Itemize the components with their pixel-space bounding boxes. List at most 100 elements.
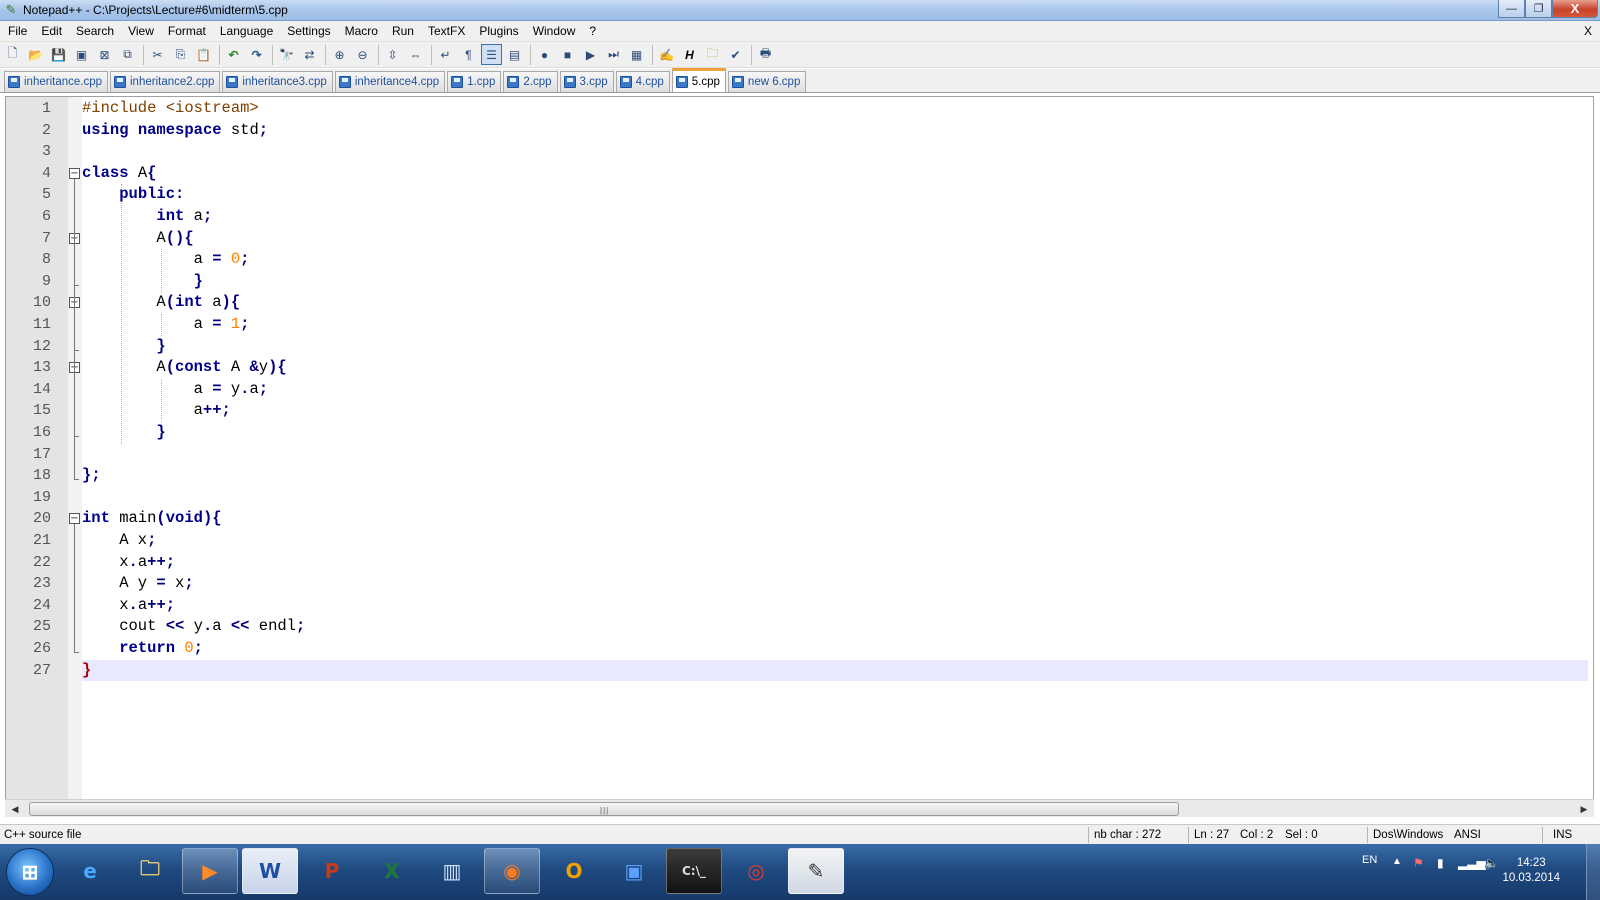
code-line[interactable]: x.a++;	[82, 595, 1593, 617]
menu-view[interactable]: View	[121, 21, 161, 42]
replace-icon[interactable]: ⇄	[299, 44, 320, 65]
open-file-icon[interactable]: 📂	[25, 44, 46, 65]
network-signal-icon[interactable]: ▂▃▅	[1458, 856, 1486, 870]
code-editor[interactable]: 1 2 3 4 5 6 7 8 9 10 11 12 13 14 15 16 17 18 19 20 21 22 23 24 2…	[5, 96, 1594, 816]
paste-icon[interactable]: 📋	[193, 44, 214, 65]
tab-inheritance4-cpp[interactable]: inheritance4.cpp	[334, 71, 446, 92]
tab-inheritance-cpp[interactable]: inheritance.cpp	[4, 71, 108, 92]
tab-inheritance3-cpp[interactable]: inheritance3.cpp	[222, 71, 333, 92]
code-line[interactable]: #include <iostream>	[82, 98, 1593, 120]
undo-icon[interactable]: ↶	[223, 44, 244, 65]
cut-icon[interactable]: ✂	[147, 44, 168, 65]
code-line[interactable]	[82, 141, 1593, 163]
menu-search[interactable]: Search	[69, 21, 121, 42]
zoom-in-icon[interactable]: ⊕	[329, 44, 350, 65]
folder-icon[interactable]: 🗀	[702, 44, 723, 65]
tab-5-cpp[interactable]: 5.cpp	[671, 68, 726, 92]
code-line[interactable]: a = 1;	[82, 314, 1593, 336]
command-prompt-icon[interactable]: C:\_	[666, 848, 722, 894]
word-wrap-icon[interactable]: ↵	[435, 44, 456, 65]
code-line[interactable]: x.a++;	[82, 552, 1593, 574]
volume-icon[interactable]: 🔈	[1484, 856, 1499, 870]
code-line[interactable]: cout << y.a << endl;	[82, 616, 1593, 638]
spellcheck-icon[interactable]: ✔	[725, 44, 746, 65]
code-line[interactable]: A(int a){	[82, 292, 1593, 314]
tab-2-cpp[interactable]: 2.cpp	[503, 71, 558, 92]
code-line[interactable]: return 0;	[82, 638, 1593, 660]
code-line[interactable]: A y = x;	[82, 573, 1593, 595]
save-all-icon[interactable]: ▣	[71, 44, 92, 65]
menu-language[interactable]: Language	[213, 21, 280, 42]
remote-desktop-icon[interactable]: ▣	[606, 848, 662, 894]
save-macro-icon[interactable]: ▦	[626, 44, 647, 65]
show-desktop-button[interactable]	[1586, 844, 1600, 900]
minimize-button[interactable]: —	[1498, 0, 1525, 18]
close-all-icon[interactable]: ⧉	[117, 44, 138, 65]
code-line[interactable]: a = 0;	[82, 249, 1593, 271]
code-line[interactable]: class A{	[82, 163, 1593, 185]
code-line[interactable]: using namespace std;	[82, 120, 1593, 142]
code-line[interactable]: }	[82, 422, 1593, 444]
code-line[interactable]: int a;	[82, 206, 1593, 228]
scroll-right-icon[interactable]: ▶	[1577, 802, 1591, 816]
code-line[interactable]: A x;	[82, 530, 1593, 552]
language-indicator[interactable]: EN	[1362, 854, 1377, 866]
new-file-icon[interactable]: 🗋	[2, 44, 23, 65]
html-icon[interactable]: H	[679, 44, 700, 65]
code-text-area[interactable]: #include <iostream> using namespace std; c…	[82, 97, 1593, 800]
menu-textfx[interactable]: TextFX	[421, 21, 472, 42]
code-line[interactable]: A(const A &y){	[82, 357, 1593, 379]
close-icon[interactable]: ⊠	[94, 44, 115, 65]
menu-run[interactable]: Run	[385, 21, 421, 42]
user-lang-icon[interactable]: ▤	[504, 44, 525, 65]
menu-file[interactable]: File	[0, 21, 34, 42]
indent-guide-icon[interactable]: ☰	[481, 44, 502, 65]
restore-button[interactable]: ❐	[1525, 0, 1552, 18]
code-line[interactable]: }	[82, 660, 1593, 682]
file-explorer-icon[interactable]: 🗀	[122, 848, 178, 894]
show-all-chars-icon[interactable]: ¶	[458, 44, 479, 65]
stop-record-icon[interactable]: ■	[557, 44, 578, 65]
fold-margin[interactable]	[68, 97, 82, 800]
run-macro-multiple-icon[interactable]: ⏭	[603, 44, 624, 65]
zoom-out-icon[interactable]: ⊖	[352, 44, 373, 65]
internet-explorer-icon[interactable]: e	[62, 848, 118, 894]
record-macro-icon[interactable]: ●	[534, 44, 555, 65]
visual-studio-icon[interactable]: ▥	[424, 848, 480, 894]
notepadpp-taskbar-icon[interactable]: ✎	[788, 848, 844, 894]
print-icon[interactable]: 🖶	[755, 44, 776, 65]
code-line[interactable]: A(){	[82, 228, 1593, 250]
save-icon[interactable]: 💾	[48, 44, 69, 65]
show-hidden-icons-icon[interactable]: ▲	[1392, 856, 1402, 867]
code-line[interactable]	[82, 487, 1593, 509]
code-line[interactable]: }	[82, 271, 1593, 293]
excel-icon[interactable]: X	[364, 848, 420, 894]
word-icon[interactable]: W	[242, 848, 298, 894]
system-clock[interactable]: 14:23 10.03.2014	[1502, 856, 1560, 886]
tab-3-cpp[interactable]: 3.cpp	[559, 71, 614, 92]
outlook-icon[interactable]: O	[546, 848, 602, 894]
close-button[interactable]: X	[1552, 0, 1598, 18]
code-line[interactable]: int main(void){	[82, 508, 1593, 530]
close-document-button[interactable]: X	[1584, 24, 1592, 38]
menu-plugins[interactable]: Plugins	[472, 21, 525, 42]
firefox-icon[interactable]: ◉	[484, 848, 540, 894]
code-line[interactable]: a = y.a;	[82, 379, 1593, 401]
copy-icon[interactable]: ⎘	[170, 44, 191, 65]
code-line[interactable]: }	[82, 336, 1593, 358]
action-center-icon[interactable]: ⚑	[1413, 856, 1424, 870]
menu-format[interactable]: Format	[161, 21, 213, 42]
scrollbar-thumb[interactable]: |||	[29, 802, 1179, 816]
code-line[interactable]	[82, 444, 1593, 466]
menu-window[interactable]: Window	[526, 21, 583, 42]
menu-edit[interactable]: Edit	[34, 21, 69, 42]
chrome-icon[interactable]: ◎	[728, 848, 784, 894]
fold-toggle-icon[interactable]: −	[69, 513, 80, 525]
powerpoint-icon[interactable]: P	[304, 848, 360, 894]
tab-new-6-cpp[interactable]: new 6.cpp	[727, 71, 807, 92]
media-player-icon[interactable]: ▶	[182, 848, 238, 894]
play-macro-icon[interactable]: ▶	[580, 44, 601, 65]
fold-toggle-icon[interactable]: −	[69, 167, 80, 179]
find-icon[interactable]: 🔭	[276, 44, 297, 65]
sync-horizontal-icon[interactable]: ⇔	[405, 44, 426, 65]
